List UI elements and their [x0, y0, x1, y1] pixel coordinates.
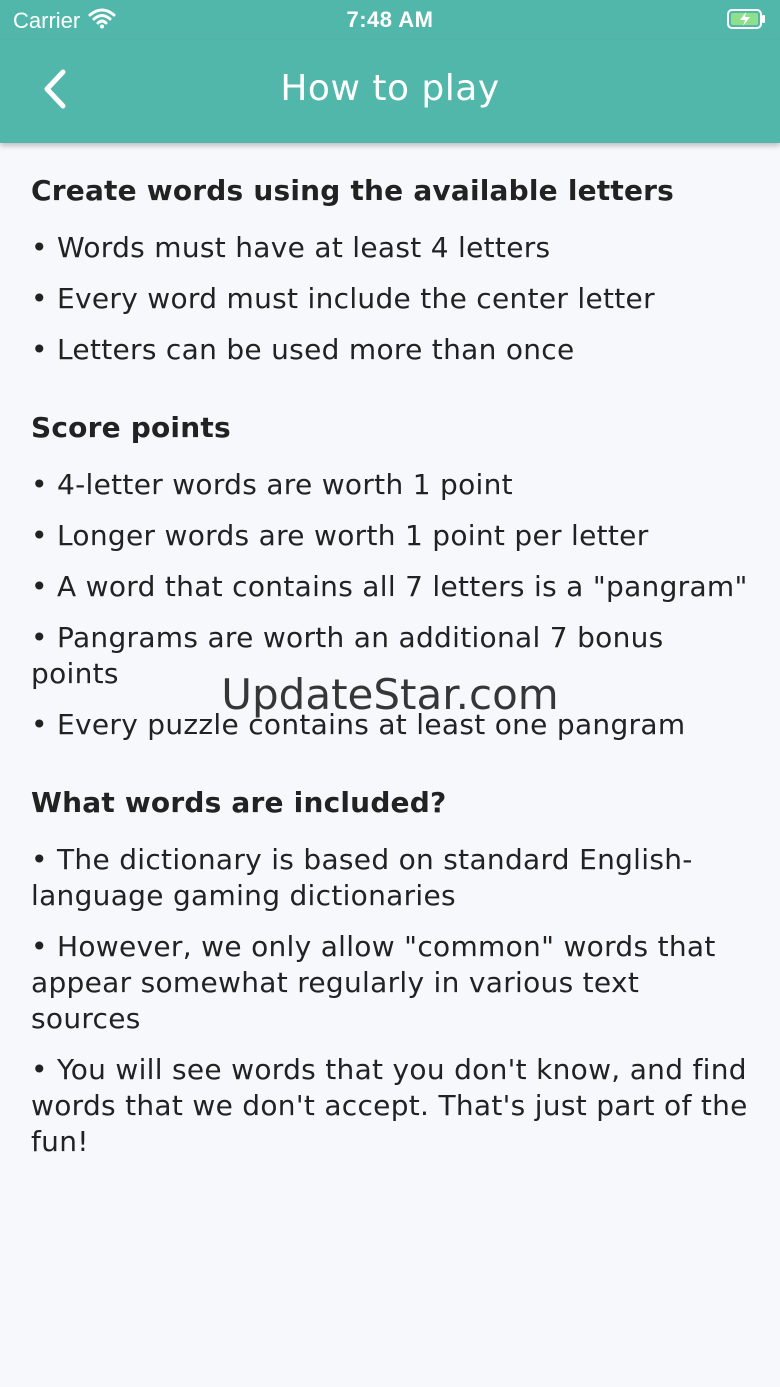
- list-item: • 4-letter words are worth 1 point: [31, 468, 513, 501]
- list-item: • Letters can be used more than once: [31, 333, 575, 366]
- list-item: • However, we only allow "common" words …: [31, 930, 716, 1035]
- list-item: • Every word must include the center let…: [31, 282, 655, 315]
- list-item: • The dictionary is based on standard En…: [31, 843, 693, 912]
- list-item: • Pangrams are worth an additional 7 bon…: [31, 621, 664, 690]
- list-item: • Words must have at least 4 letters: [31, 231, 551, 264]
- list-item: • You will see words that you don't know…: [31, 1053, 748, 1158]
- section-title: What words are included?: [31, 786, 447, 819]
- section-create-words: Create words using the available letters…: [31, 171, 749, 368]
- list-item: • Longer words are worth 1 point per let…: [31, 519, 649, 552]
- page-title: How to play: [280, 68, 500, 109]
- battery-charging-icon: [727, 9, 767, 29]
- section-title: Create words using the available letters: [31, 174, 675, 207]
- status-bar: Carrier 7:48 AM: [0, 0, 780, 40]
- section-included-words: What words are included? • The dictionar…: [31, 783, 749, 1160]
- section-title: Score points: [31, 411, 231, 444]
- list-item: • Every puzzle contains at least one pan…: [31, 708, 686, 741]
- list-item: • A word that contains all 7 letters is …: [31, 570, 748, 603]
- rule-list: • The dictionary is based on standard En…: [31, 842, 749, 1160]
- rule-list: • Words must have at least 4 letters • E…: [31, 230, 749, 368]
- rule-list: • 4-letter words are worth 1 point • Lon…: [31, 467, 749, 743]
- section-score-points: Score points • 4-letter words are worth …: [31, 408, 749, 743]
- app-bar: How to play: [0, 40, 780, 143]
- status-time: 7:48 AM: [346, 7, 434, 32]
- rules-content: Create words using the available letters…: [31, 171, 749, 1200]
